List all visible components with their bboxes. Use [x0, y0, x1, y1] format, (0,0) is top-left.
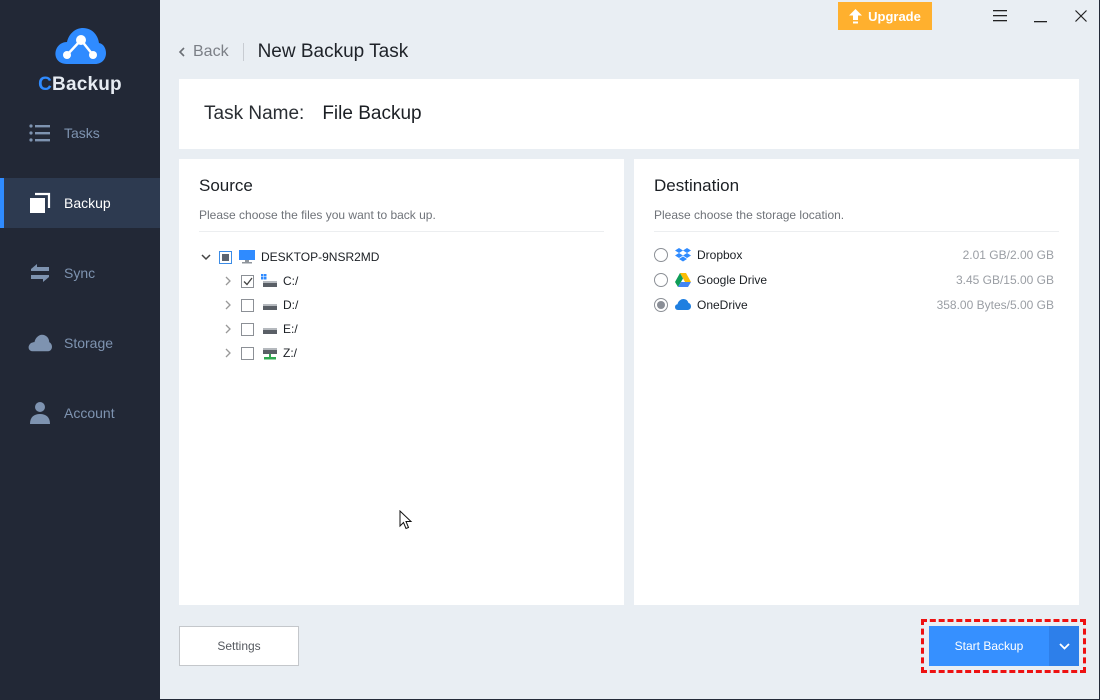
source-divider [199, 231, 604, 232]
drive-checkbox[interactable] [241, 274, 254, 288]
drive-label: D:/ [283, 298, 299, 312]
network-drive-icon [261, 346, 277, 360]
dropbox-radio[interactable] [654, 247, 668, 262]
sidebar: CBackup Tasks Backup Sync Storage Accoun… [0, 0, 160, 700]
sidebar-item-label: Backup [64, 195, 111, 211]
back-button[interactable]: Back [178, 43, 229, 61]
tree-item-drive: C:/ [199, 269, 379, 293]
sidebar-item-label: Account [64, 405, 115, 421]
minimize-icon [1034, 21, 1047, 23]
system-drive-icon [261, 274, 277, 288]
sidebar-nav: Tasks Backup Sync Storage Account [0, 108, 160, 458]
sidebar-item-sync[interactable]: Sync [0, 248, 160, 298]
source-tree: DESKTOP-9NSR2MD C:/ D:/ E:/ Z:/ [199, 245, 379, 365]
destination-title: Destination [654, 176, 740, 195]
main-content: Upgrade Back New Backup Task Task Name: … [160, 0, 1099, 699]
chevron-right-icon[interactable] [221, 322, 235, 336]
cbackup-logo-icon [55, 28, 106, 64]
chevron-right-icon[interactable] [221, 346, 235, 360]
app-name: CBackup [38, 74, 122, 95]
task-name-label: Task Name: [204, 103, 305, 124]
tree-item-drive: E:/ [199, 317, 379, 341]
chevron-down-icon[interactable] [199, 250, 213, 264]
drive-checkbox[interactable] [241, 346, 254, 360]
destination-list: Dropbox 2.01 GB/2.00 GB Google Drive 3.4… [654, 242, 1054, 317]
user-icon [28, 401, 52, 425]
page-title: New Backup Task [257, 41, 409, 62]
sidebar-item-storage[interactable]: Storage [0, 318, 160, 368]
header-divider [242, 43, 244, 61]
copy-icon [28, 191, 52, 215]
upgrade-label: Upgrade [868, 8, 921, 24]
close-button[interactable] [1070, 6, 1092, 26]
drive-label: C:/ [283, 274, 299, 288]
drive-label: E:/ [283, 322, 298, 336]
back-label: Back [193, 43, 229, 60]
google-drive-radio[interactable] [654, 272, 668, 287]
tree-item-drive: Z:/ [199, 341, 379, 365]
chevron-right-icon[interactable] [221, 298, 235, 312]
root-checkbox[interactable] [219, 250, 232, 264]
source-title: Source [199, 176, 253, 195]
destination-usage: 2.01 GB/2.00 GB [962, 247, 1054, 262]
destination-name: OneDrive [697, 297, 748, 312]
destination-option-onedrive[interactable]: OneDrive 358.00 Bytes/5.00 GB [654, 292, 1054, 317]
destination-usage: 358.00 Bytes/5.00 GB [936, 297, 1054, 312]
onedrive-radio[interactable] [654, 297, 668, 312]
minimize-button[interactable] [1030, 6, 1052, 26]
hamburger-icon [993, 10, 1007, 22]
task-name-input[interactable] [322, 103, 623, 125]
root-label: DESKTOP-9NSR2MD [261, 250, 380, 264]
task-name-row: Task Name: [179, 79, 1079, 149]
google-drive-icon [675, 272, 691, 287]
sidebar-item-label: Storage [64, 335, 114, 351]
list-icon [28, 121, 52, 145]
close-icon [1075, 10, 1087, 22]
computer-icon [239, 250, 255, 264]
upgrade-button[interactable]: Upgrade [838, 2, 932, 30]
chevron-down-icon [1058, 642, 1070, 650]
chevron-left-icon [178, 47, 185, 57]
destination-hint: Please choose the storage location. [654, 208, 845, 222]
app-logo: CBackup [0, 26, 160, 96]
destination-divider [654, 231, 1059, 232]
dropbox-icon [675, 247, 691, 262]
drive-label: Z:/ [283, 346, 297, 360]
settings-button[interactable]: Settings [179, 626, 299, 666]
source-panel: Source Please choose the files you want … [179, 159, 624, 605]
start-backup-dropdown[interactable] [1049, 626, 1079, 666]
sidebar-item-label: Tasks [64, 125, 100, 141]
cloud-icon [28, 331, 52, 355]
drive-checkbox[interactable] [241, 322, 254, 336]
title-bar: Upgrade [160, 0, 1099, 32]
start-backup-label: Start Backup [954, 639, 1024, 653]
drive-checkbox[interactable] [241, 298, 254, 312]
destination-option-google-drive[interactable]: Google Drive 3.45 GB/15.00 GB [654, 267, 1054, 292]
source-hint: Please choose the files you want to back… [199, 208, 436, 222]
sidebar-item-account[interactable]: Account [0, 388, 160, 438]
sidebar-item-tasks[interactable]: Tasks [0, 108, 160, 158]
tree-item-drive: D:/ [199, 293, 379, 317]
mouse-cursor-icon [399, 510, 413, 530]
destination-option-dropbox[interactable]: Dropbox 2.01 GB/2.00 GB [654, 242, 1054, 267]
tree-root-computer: DESKTOP-9NSR2MD [199, 245, 379, 269]
sync-arrows-icon [28, 261, 52, 285]
sidebar-item-backup[interactable]: Backup [0, 178, 160, 228]
sidebar-item-label: Sync [64, 265, 96, 281]
destination-usage: 3.45 GB/15.00 GB [955, 272, 1054, 287]
start-backup-button[interactable]: Start Backup [929, 626, 1049, 666]
chevron-right-icon[interactable] [221, 274, 235, 288]
menu-button[interactable] [989, 6, 1011, 26]
destination-panel: Destination Please choose the storage lo… [634, 159, 1079, 605]
page-header: Back New Backup Task [178, 38, 408, 66]
drive-icon [261, 298, 277, 312]
destination-name: Dropbox [697, 247, 743, 262]
drive-icon [261, 322, 277, 336]
onedrive-icon [675, 298, 691, 312]
destination-name: Google Drive [697, 272, 768, 287]
upgrade-arrow-icon [849, 8, 863, 23]
